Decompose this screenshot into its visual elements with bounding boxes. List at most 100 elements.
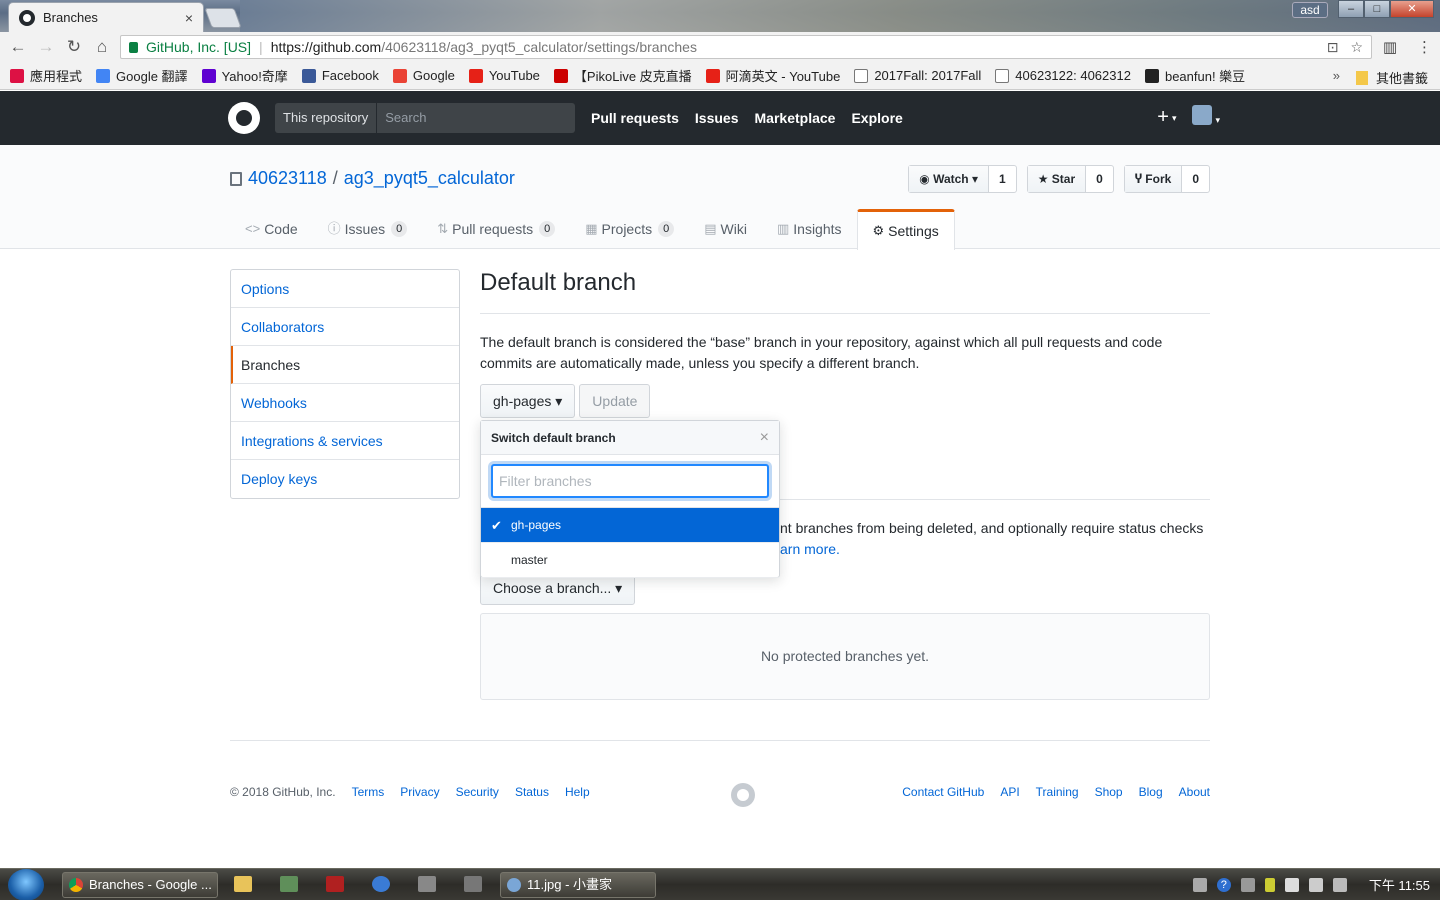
reload-icon[interactable]: ↻ <box>60 37 88 57</box>
tab-settings[interactable]: ⚙ Settings <box>856 209 955 250</box>
repo-owner-link[interactable]: 40623118 <box>248 168 327 189</box>
app-icon[interactable] <box>326 876 344 892</box>
footer-link-about[interactable]: About <box>1179 785 1210 799</box>
star-count[interactable]: 0 <box>1086 166 1113 192</box>
watch-count[interactable]: 1 <box>989 166 1016 192</box>
home-icon[interactable]: ⌂ <box>88 37 116 57</box>
bookmark-item[interactable]: beanfun! 樂豆 <box>1144 66 1245 85</box>
footer-link-shop[interactable]: Shop <box>1095 785 1123 799</box>
keyboard-icon[interactable] <box>1192 877 1207 892</box>
volume-app-icon[interactable] <box>418 876 436 892</box>
start-button[interactable] <box>8 869 44 900</box>
repo-icon <box>230 171 242 186</box>
bookmark-item[interactable]: Google 翻譯 <box>96 66 188 85</box>
tab-close-icon[interactable]: × <box>185 10 193 26</box>
new-tab-button[interactable] <box>204 8 242 28</box>
footer-link-help[interactable]: Help <box>565 785 590 799</box>
other-bookmarks[interactable]: 其他書籤 <box>1355 68 1428 87</box>
app-icon[interactable] <box>372 876 390 892</box>
extension-icon[interactable]: ▥ <box>1383 38 1397 56</box>
bookmark-item[interactable]: 40623122: 4062312 <box>995 68 1131 83</box>
fork-button[interactable]: Ⴤ Fork <box>1124 166 1183 192</box>
tab-code[interactable]: <> Code <box>230 209 313 249</box>
bookmark-item[interactable]: YouTube <box>468 68 540 83</box>
user-menu-button[interactable]: ▾ <box>1192 105 1220 130</box>
tab-insights[interactable]: ▥ Insights <box>762 209 857 249</box>
minimize-button[interactable]: – <box>1338 0 1364 18</box>
tray-app-icon[interactable] <box>1240 877 1255 892</box>
forward-arrow-icon[interactable]: → <box>32 37 60 57</box>
star-button[interactable]: ★ Star <box>1027 166 1087 192</box>
bookmark-item[interactable]: 2017Fall: 2017Fall <box>854 68 981 83</box>
tray-app-icon[interactable] <box>1264 877 1275 892</box>
github-mark-icon[interactable] <box>731 783 755 807</box>
filter-branches-input[interactable] <box>491 464 769 498</box>
update-button[interactable]: Update <box>579 384 651 418</box>
action-center-icon[interactable] <box>1332 877 1347 892</box>
close-window-button[interactable]: ✕ <box>1390 0 1434 18</box>
header-nav-pull-requests[interactable]: Pull requests <box>591 110 679 126</box>
header-nav-marketplace[interactable]: Marketplace <box>755 110 836 126</box>
bookmark-item[interactable]: Google <box>392 68 455 83</box>
help-icon[interactable]: ? <box>1216 877 1231 892</box>
footer-link-blog[interactable]: Blog <box>1139 785 1163 799</box>
tab-issues[interactable]: ⓘ Issues 0 <box>313 209 423 249</box>
bookmark-star-icon[interactable]: ☆ <box>1350 39 1363 56</box>
footer-link-status[interactable]: Status <box>515 785 549 799</box>
volume-app-icon[interactable] <box>464 876 482 892</box>
header-nav-issues[interactable]: Issues <box>695 110 739 126</box>
footer-link-contact[interactable]: Contact GitHub <box>902 785 984 799</box>
sidebar-item-integrations[interactable]: Integrations & services <box>231 422 459 460</box>
bookmark-item[interactable]: Facebook <box>301 68 379 83</box>
branch-option-master[interactable]: master <box>481 543 779 578</box>
sidebar-item-webhooks[interactable]: Webhooks <box>231 384 459 422</box>
branch-select-button[interactable]: gh-pages ▾ <box>480 384 576 418</box>
back-arrow-icon[interactable]: ← <box>4 37 32 57</box>
bookmark-item[interactable]: 阿滴英文 - YouTube <box>705 66 840 85</box>
footer-link-terms[interactable]: Terms <box>352 785 385 799</box>
profile-badge[interactable]: asd <box>1292 2 1328 18</box>
footer-link-training[interactable]: Training <box>1036 785 1079 799</box>
fork-button-group: Ⴤ Fork 0 <box>1123 165 1210 193</box>
taskbar-item-chrome[interactable]: Branches - Google ... <box>62 872 218 898</box>
tab-projects[interactable]: ▦ Projects 0 <box>570 209 689 249</box>
sidebar-item-deploy-keys[interactable]: Deploy keys <box>231 460 459 498</box>
header-search[interactable]: This repository Search <box>275 103 575 133</box>
watch-button[interactable]: ◉ Watch ▾ <box>909 166 989 192</box>
bookmark-item[interactable]: Yahoo!奇摩 <box>201 66 288 85</box>
clock[interactable]: 下午 11:55 <box>1369 875 1430 894</box>
learn-more-link[interactable]: arn more. <box>780 541 840 557</box>
create-new-button[interactable]: + ▾ <box>1157 106 1176 129</box>
tab-pull-requests[interactable]: ⇅ Pull requests 0 <box>422 209 570 249</box>
taskbar-item-paint[interactable]: 11.jpg - 小畫家 <box>500 872 656 898</box>
bookmark-item[interactable]: 【PikoLive 皮克直播 <box>553 66 692 85</box>
sidebar-item-branches[interactable]: Branches <box>231 346 459 384</box>
app-icon[interactable] <box>280 876 298 892</box>
fork-count[interactable]: 0 <box>1182 166 1209 192</box>
browser-tab[interactable]: Branches × <box>8 2 204 32</box>
search-input[interactable]: Search <box>377 103 434 133</box>
secure-origin-label: GitHub, Inc. [US] <box>146 39 252 55</box>
branch-option-gh-pages[interactable]: ✔ gh-pages <box>481 508 779 543</box>
apps-icon <box>10 68 24 83</box>
maximize-button[interactable]: □ <box>1364 0 1390 18</box>
explorer-icon[interactable] <box>234 876 252 892</box>
footer-link-privacy[interactable]: Privacy <box>400 785 439 799</box>
tab-wiki[interactable]: ▤ Wiki <box>689 209 762 249</box>
footer-link-security[interactable]: Security <box>456 785 499 799</box>
sidebar-item-collaborators[interactable]: Collaborators <box>231 308 459 346</box>
watch-button-group: ◉ Watch ▾ 1 <box>908 165 1017 193</box>
close-icon[interactable]: × <box>760 421 769 455</box>
bookmark-item[interactable]: 應用程式 <box>10 66 82 85</box>
header-nav-explore[interactable]: Explore <box>851 110 902 126</box>
translate-icon[interactable]: ⊡ <box>1327 39 1339 56</box>
sidebar-item-options[interactable]: Options <box>231 270 459 308</box>
footer-link-api[interactable]: API <box>1000 785 1019 799</box>
volume-icon[interactable] <box>1308 877 1323 892</box>
chrome-menu-icon[interactable]: ⋮ <box>1417 38 1432 56</box>
address-bar[interactable]: GitHub, Inc. [US] | https://github.com/4… <box>120 35 1372 59</box>
repo-name-link[interactable]: ag3_pyqt5_calculator <box>344 168 515 189</box>
github-logo-icon[interactable] <box>228 102 260 134</box>
bookmarks-overflow-icon[interactable]: » <box>1333 68 1340 83</box>
network-icon[interactable] <box>1284 877 1299 892</box>
